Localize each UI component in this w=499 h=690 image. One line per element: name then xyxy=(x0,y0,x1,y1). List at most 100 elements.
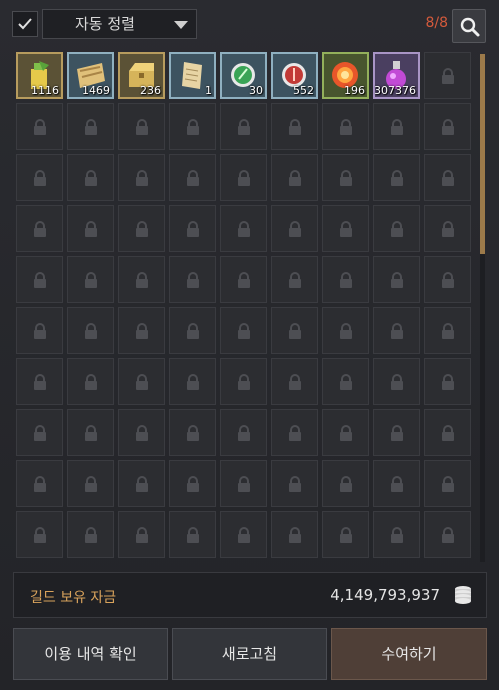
locked-slot[interactable] xyxy=(373,358,420,405)
locked-slot[interactable] xyxy=(67,103,114,150)
locked-slot[interactable] xyxy=(16,358,63,405)
inventory-slot[interactable]: 1469 xyxy=(67,52,114,99)
bestow-button[interactable]: 수여하기 xyxy=(331,628,487,680)
locked-slot[interactable] xyxy=(118,103,165,150)
locked-slot[interactable] xyxy=(169,307,216,354)
locked-slot[interactable] xyxy=(67,511,114,558)
locked-slot[interactable] xyxy=(271,409,318,456)
locked-slot[interactable] xyxy=(169,205,216,252)
lock-icon xyxy=(186,221,200,241)
locked-slot[interactable] xyxy=(169,409,216,456)
locked-slot[interactable] xyxy=(169,256,216,303)
locked-slot[interactable] xyxy=(67,205,114,252)
search-button[interactable] xyxy=(452,9,486,43)
locked-slot[interactable] xyxy=(424,103,471,150)
locked-slot[interactable] xyxy=(67,256,114,303)
locked-slot[interactable] xyxy=(118,409,165,456)
locked-slot[interactable] xyxy=(424,52,471,99)
locked-slot[interactable] xyxy=(271,154,318,201)
locked-slot[interactable] xyxy=(118,205,165,252)
locked-slot[interactable] xyxy=(322,511,369,558)
locked-slot[interactable] xyxy=(271,511,318,558)
locked-slot[interactable] xyxy=(322,358,369,405)
locked-slot[interactable] xyxy=(118,358,165,405)
locked-slot[interactable] xyxy=(271,256,318,303)
locked-slot[interactable] xyxy=(118,256,165,303)
locked-slot[interactable] xyxy=(424,256,471,303)
locked-slot[interactable] xyxy=(424,460,471,507)
locked-slot[interactable] xyxy=(169,358,216,405)
scrollbar[interactable] xyxy=(480,54,485,562)
locked-slot[interactable] xyxy=(373,205,420,252)
locked-slot[interactable] xyxy=(16,511,63,558)
locked-slot[interactable] xyxy=(67,409,114,456)
locked-slot[interactable] xyxy=(220,511,267,558)
locked-slot[interactable] xyxy=(271,358,318,405)
locked-slot[interactable] xyxy=(424,409,471,456)
locked-slot[interactable] xyxy=(67,460,114,507)
locked-slot[interactable] xyxy=(322,103,369,150)
locked-slot[interactable] xyxy=(220,460,267,507)
locked-slot[interactable] xyxy=(424,358,471,405)
sort-dropdown[interactable]: 자동 정렬 xyxy=(42,9,197,39)
locked-slot[interactable] xyxy=(322,307,369,354)
usage-history-button[interactable]: 이용 내역 확인 xyxy=(13,628,168,680)
locked-slot[interactable] xyxy=(373,307,420,354)
inventory-slot[interactable]: 1116 xyxy=(16,52,63,99)
locked-slot[interactable] xyxy=(373,409,420,456)
locked-slot[interactable] xyxy=(322,256,369,303)
locked-slot[interactable] xyxy=(169,103,216,150)
inventory-slot[interactable]: 196 xyxy=(322,52,369,99)
lock-icon xyxy=(441,272,455,292)
locked-slot[interactable] xyxy=(16,256,63,303)
locked-slot[interactable] xyxy=(373,103,420,150)
locked-slot[interactable] xyxy=(424,307,471,354)
auto-sort-checkbox[interactable] xyxy=(12,11,38,37)
locked-slot[interactable] xyxy=(424,511,471,558)
inventory-slot[interactable]: 236 xyxy=(118,52,165,99)
locked-slot[interactable] xyxy=(169,511,216,558)
locked-slot[interactable] xyxy=(16,409,63,456)
locked-slot[interactable] xyxy=(118,511,165,558)
inventory-slot[interactable]: 1 xyxy=(169,52,216,99)
locked-slot[interactable] xyxy=(424,205,471,252)
locked-slot[interactable] xyxy=(118,460,165,507)
locked-slot[interactable] xyxy=(373,460,420,507)
locked-slot[interactable] xyxy=(220,205,267,252)
inventory-slot[interactable]: 30 xyxy=(220,52,267,99)
locked-slot[interactable] xyxy=(373,256,420,303)
inventory-slot[interactable]: 307376 xyxy=(373,52,420,99)
locked-slot[interactable] xyxy=(16,307,63,354)
locked-slot[interactable] xyxy=(67,307,114,354)
locked-slot[interactable] xyxy=(271,205,318,252)
refresh-button[interactable]: 새로고침 xyxy=(172,628,327,680)
locked-slot[interactable] xyxy=(16,103,63,150)
locked-slot[interactable] xyxy=(220,256,267,303)
locked-slot[interactable] xyxy=(169,154,216,201)
locked-slot[interactable] xyxy=(67,154,114,201)
locked-slot[interactable] xyxy=(67,358,114,405)
locked-slot[interactable] xyxy=(271,307,318,354)
locked-slot[interactable] xyxy=(16,205,63,252)
locked-slot[interactable] xyxy=(220,358,267,405)
locked-slot[interactable] xyxy=(322,205,369,252)
locked-slot[interactable] xyxy=(220,409,267,456)
locked-slot[interactable] xyxy=(220,307,267,354)
locked-slot[interactable] xyxy=(424,154,471,201)
locked-slot[interactable] xyxy=(322,154,369,201)
locked-slot[interactable] xyxy=(118,307,165,354)
locked-slot[interactable] xyxy=(220,154,267,201)
locked-slot[interactable] xyxy=(373,154,420,201)
locked-slot[interactable] xyxy=(373,511,420,558)
locked-slot[interactable] xyxy=(322,460,369,507)
locked-slot[interactable] xyxy=(16,154,63,201)
locked-slot[interactable] xyxy=(220,103,267,150)
locked-slot[interactable] xyxy=(16,460,63,507)
locked-slot[interactable] xyxy=(271,103,318,150)
inventory-slot[interactable]: 552 xyxy=(271,52,318,99)
locked-slot[interactable] xyxy=(322,409,369,456)
scrollbar-thumb[interactable] xyxy=(480,54,485,254)
locked-slot[interactable] xyxy=(271,460,318,507)
locked-slot[interactable] xyxy=(169,460,216,507)
locked-slot[interactable] xyxy=(118,154,165,201)
